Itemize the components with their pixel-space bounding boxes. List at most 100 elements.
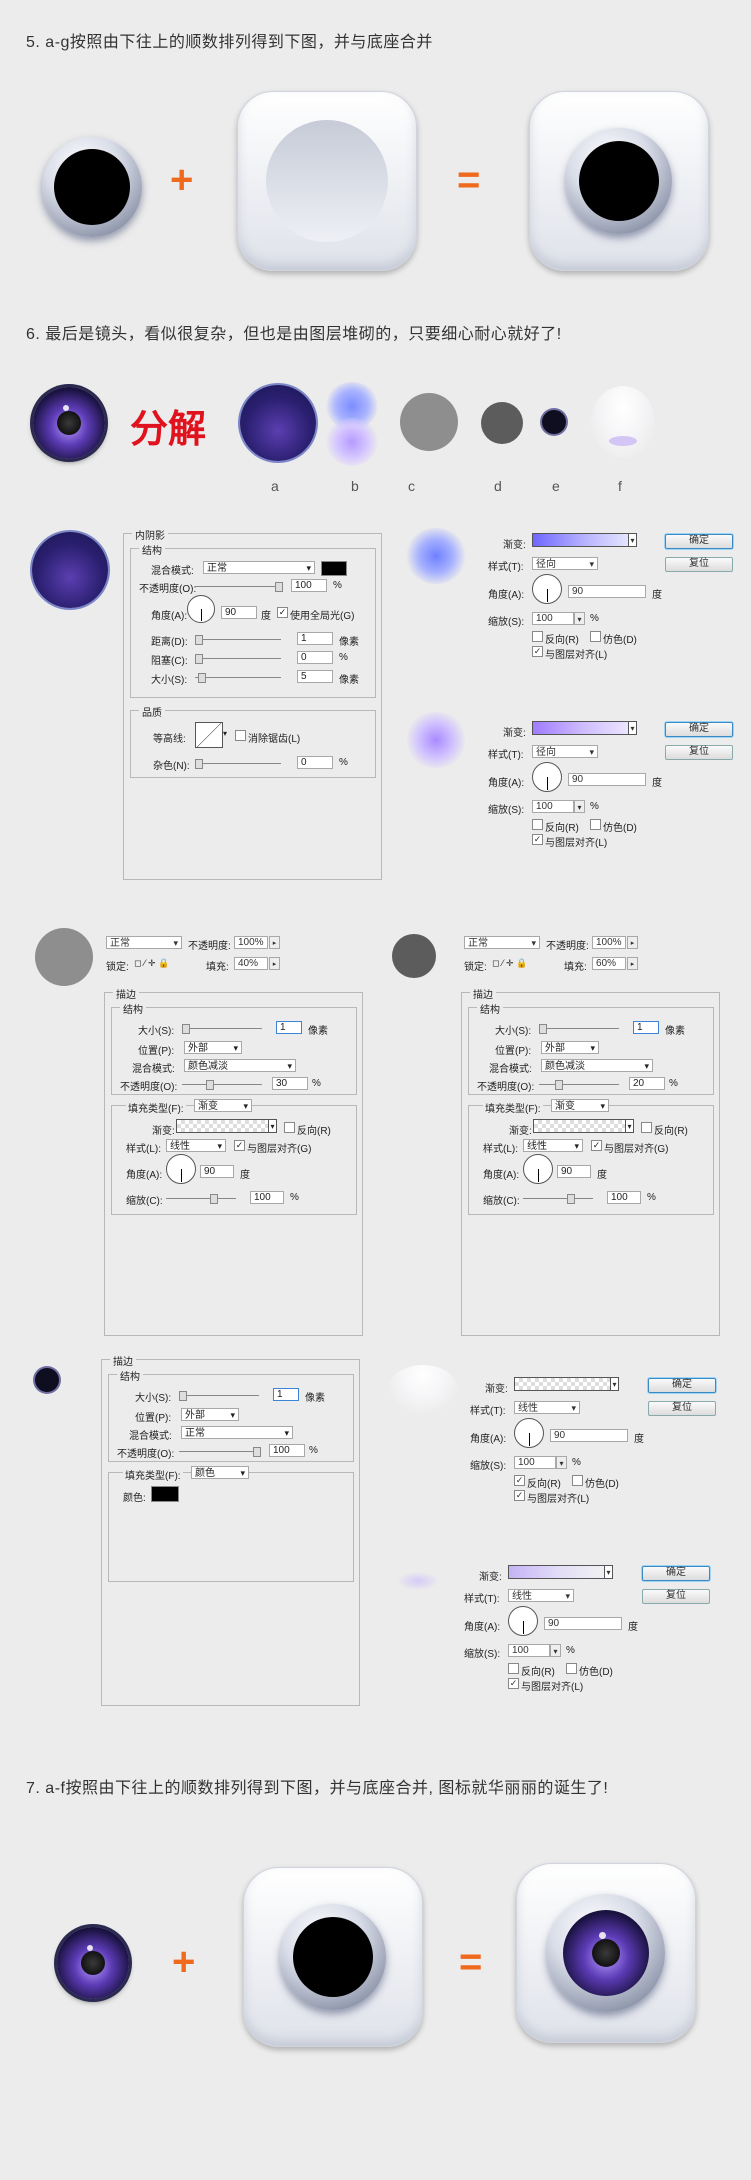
gradient-swatch[interactable] bbox=[508, 1565, 608, 1579]
size-slider[interactable] bbox=[179, 1391, 259, 1401]
dither-checkbox[interactable] bbox=[572, 1475, 583, 1486]
choke-slider[interactable] bbox=[195, 654, 281, 664]
angle-dial[interactable] bbox=[187, 595, 215, 623]
fill-type-select[interactable]: 颜色 bbox=[191, 1466, 249, 1480]
distance-input[interactable]: 1 bbox=[297, 632, 333, 645]
size-slider[interactable] bbox=[182, 1024, 262, 1034]
angle-input[interactable]: 90 bbox=[550, 1429, 628, 1442]
reverse-checkbox[interactable] bbox=[532, 631, 543, 642]
size-input[interactable]: 1 bbox=[273, 1388, 299, 1401]
position-select[interactable]: 外部 bbox=[541, 1041, 599, 1055]
gradient-swatch[interactable] bbox=[532, 721, 632, 735]
size-input[interactable]: 1 bbox=[633, 1021, 659, 1034]
angle-dial[interactable] bbox=[508, 1606, 538, 1636]
reverse-checkbox[interactable] bbox=[508, 1663, 519, 1674]
gradient-swatch[interactable] bbox=[176, 1119, 272, 1133]
reset-button[interactable]: 复位 bbox=[665, 745, 733, 760]
layer-mode-select[interactable]: 正常 bbox=[106, 936, 182, 950]
align-checkbox[interactable]: ✓ bbox=[532, 646, 543, 657]
scale-input[interactable]: 100 bbox=[508, 1644, 550, 1657]
scale-input[interactable]: 100 bbox=[607, 1191, 641, 1204]
angle-dial[interactable] bbox=[532, 762, 562, 792]
blend-select[interactable]: 颜色减淡 bbox=[541, 1059, 653, 1073]
align-checkbox[interactable]: ✓ bbox=[514, 1490, 525, 1501]
ok-button[interactable]: 确定 bbox=[665, 534, 733, 549]
opacity-slider[interactable] bbox=[182, 1080, 262, 1090]
gradient-swatch[interactable] bbox=[533, 1119, 629, 1133]
style-select[interactable]: 线性 bbox=[514, 1401, 580, 1415]
fill-type-select[interactable]: 渐变 bbox=[194, 1099, 252, 1113]
layer-opacity-input[interactable]: 100% bbox=[234, 936, 268, 949]
angle-dial[interactable] bbox=[514, 1418, 544, 1448]
angle-input[interactable]: 90 bbox=[568, 585, 646, 598]
angle-input[interactable]: 90 bbox=[544, 1617, 622, 1630]
angle-input[interactable]: 90 bbox=[200, 1165, 234, 1178]
global-light-checkbox[interactable]: ✓ bbox=[277, 607, 288, 618]
choke-input[interactable]: 0 bbox=[297, 651, 333, 664]
ok-button[interactable]: 确定 bbox=[665, 722, 733, 737]
scale-input[interactable]: 100 bbox=[514, 1456, 556, 1469]
lock-icons[interactable]: ◻ ⁄ ✛ 🔒 bbox=[134, 958, 169, 969]
opacity-input[interactable]: 100 bbox=[269, 1444, 305, 1457]
style-select[interactable]: 径向 bbox=[532, 557, 598, 571]
gradient-swatch[interactable] bbox=[514, 1377, 614, 1391]
shadow-color-swatch[interactable] bbox=[321, 561, 347, 576]
fill-input[interactable]: 40% bbox=[234, 957, 268, 970]
gradient-swatch[interactable] bbox=[532, 533, 632, 547]
scale-slider[interactable] bbox=[523, 1194, 593, 1204]
align-checkbox[interactable]: ✓ bbox=[591, 1140, 602, 1151]
angle-input[interactable]: 90 bbox=[568, 773, 646, 786]
angle-dial[interactable] bbox=[523, 1154, 553, 1184]
blend-select[interactable]: 正常 bbox=[181, 1426, 293, 1440]
size-slider[interactable] bbox=[539, 1024, 619, 1034]
lock-icons[interactable]: ◻ ⁄ ✛ 🔒 bbox=[492, 958, 527, 969]
dither-checkbox[interactable] bbox=[590, 631, 601, 642]
align-checkbox[interactable]: ✓ bbox=[234, 1140, 245, 1151]
layer-mode-select[interactable]: 正常 bbox=[464, 936, 540, 950]
reset-button[interactable]: 复位 bbox=[642, 1589, 710, 1604]
fill-type-select[interactable]: 渐变 bbox=[551, 1099, 609, 1113]
ok-button[interactable]: 确定 bbox=[648, 1378, 716, 1393]
dither-checkbox[interactable] bbox=[590, 819, 601, 830]
blend-select[interactable]: 正常 bbox=[203, 561, 315, 575]
style-select[interactable]: 线性 bbox=[523, 1139, 583, 1153]
angle-input[interactable]: 90 bbox=[557, 1165, 591, 1178]
angle-dial[interactable] bbox=[532, 574, 562, 604]
layer-opacity-input[interactable]: 100% bbox=[592, 936, 626, 949]
style-select[interactable]: 线性 bbox=[166, 1139, 226, 1153]
reverse-checkbox[interactable] bbox=[284, 1122, 295, 1133]
reverse-checkbox[interactable] bbox=[641, 1122, 652, 1133]
opacity-slider[interactable] bbox=[179, 1447, 261, 1457]
style-select[interactable]: 径向 bbox=[532, 745, 598, 759]
scale-slider[interactable] bbox=[166, 1194, 236, 1204]
fill-input[interactable]: 60% bbox=[592, 957, 626, 970]
antialias-checkbox[interactable] bbox=[235, 730, 246, 741]
opacity-slider[interactable] bbox=[195, 582, 283, 592]
dither-checkbox[interactable] bbox=[566, 1663, 577, 1674]
angle-input[interactable]: 90 bbox=[221, 606, 257, 619]
align-checkbox[interactable]: ✓ bbox=[508, 1678, 519, 1689]
opacity-input[interactable]: 20 bbox=[629, 1077, 665, 1090]
size-slider[interactable] bbox=[195, 673, 281, 683]
noise-input[interactable]: 0 bbox=[297, 756, 333, 769]
reset-button[interactable]: 复位 bbox=[665, 557, 733, 572]
blend-select[interactable]: 颜色减淡 bbox=[184, 1059, 296, 1073]
ok-button[interactable]: 确定 bbox=[642, 1566, 710, 1581]
scale-input[interactable]: 100 bbox=[532, 612, 574, 625]
style-select[interactable]: 线性 bbox=[508, 1589, 574, 1603]
opacity-input[interactable]: 100 bbox=[291, 579, 327, 592]
stroke-color-swatch[interactable] bbox=[151, 1486, 179, 1502]
reverse-checkbox[interactable]: ✓ bbox=[514, 1475, 525, 1486]
opacity-slider[interactable] bbox=[539, 1080, 619, 1090]
position-select[interactable]: 外部 bbox=[181, 1408, 239, 1422]
align-checkbox[interactable]: ✓ bbox=[532, 834, 543, 845]
scale-input[interactable]: 100 bbox=[250, 1191, 284, 1204]
size-input[interactable]: 1 bbox=[276, 1021, 302, 1034]
size-input[interactable]: 5 bbox=[297, 670, 333, 683]
scale-input[interactable]: 100 bbox=[532, 800, 574, 813]
contour-picker[interactable] bbox=[195, 722, 223, 748]
distance-slider[interactable] bbox=[195, 635, 281, 645]
reverse-checkbox[interactable] bbox=[532, 819, 543, 830]
opacity-input[interactable]: 30 bbox=[272, 1077, 308, 1090]
position-select[interactable]: 外部 bbox=[184, 1041, 242, 1055]
